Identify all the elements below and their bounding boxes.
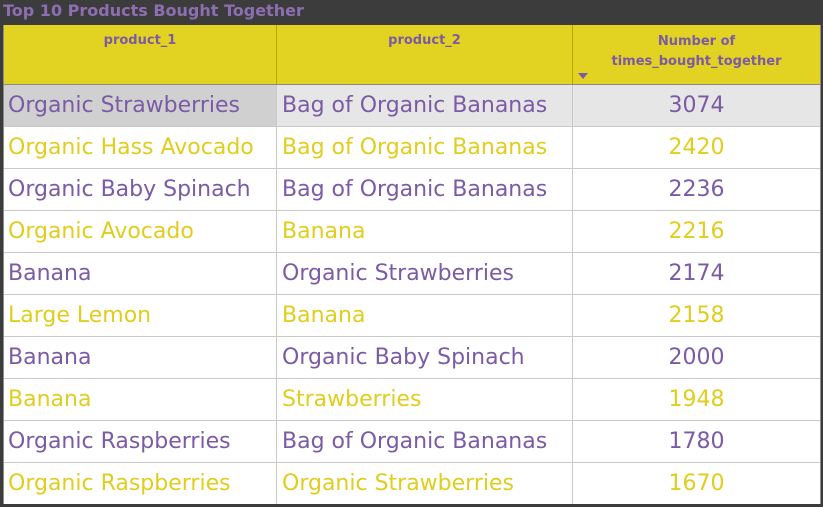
- cell-product-1[interactable]: Banana: [4, 253, 277, 294]
- table-title: Top 10 Products Bought Together: [3, 1, 304, 20]
- cell-product-1[interactable]: Banana: [4, 379, 277, 420]
- sort-descending-icon[interactable]: [578, 73, 588, 79]
- table-row[interactable]: Banana Organic Strawberries 2174: [4, 253, 820, 295]
- table-row[interactable]: Organic Hass Avocado Bag of Organic Bana…: [4, 127, 820, 169]
- cell-count[interactable]: 2174: [573, 253, 820, 294]
- column-header-label: product_1: [103, 33, 177, 48]
- cell-product-2[interactable]: Bag of Organic Bananas: [277, 85, 573, 126]
- column-header-label-line2: times_bought_together: [611, 54, 782, 69]
- cell-count[interactable]: 2216: [573, 211, 820, 252]
- cell-product-2[interactable]: Organic Strawberries: [277, 463, 573, 504]
- table-header: product_1 product_2 Number of times_boug…: [4, 25, 820, 85]
- table-row[interactable]: Large Lemon Banana 2158: [4, 295, 820, 337]
- cell-product-2[interactable]: Banana: [277, 211, 573, 252]
- table-row[interactable]: Organic Strawberries Bag of Organic Bana…: [4, 85, 820, 127]
- cell-product-1[interactable]: Organic Raspberries: [4, 421, 277, 462]
- cell-product-1[interactable]: Organic Baby Spinach: [4, 169, 277, 210]
- cell-product-2[interactable]: Organic Strawberries: [277, 253, 573, 294]
- cell-product-2[interactable]: Bag of Organic Bananas: [277, 127, 573, 168]
- data-grid: product_1 product_2 Number of times_boug…: [3, 25, 821, 504]
- cell-product-1[interactable]: Banana: [4, 337, 277, 378]
- table-row[interactable]: Organic Avocado Banana 2216: [4, 211, 820, 253]
- cell-product-1[interactable]: Organic Avocado: [4, 211, 277, 252]
- cell-product-1[interactable]: Organic Raspberries: [4, 463, 277, 504]
- cell-count[interactable]: 2420: [573, 127, 820, 168]
- cell-count[interactable]: 2158: [573, 295, 820, 336]
- table-row[interactable]: Organic Baby Spinach Bag of Organic Bana…: [4, 169, 820, 211]
- cell-product-1[interactable]: Large Lemon: [4, 295, 277, 336]
- cell-product-2[interactable]: Bag of Organic Bananas: [277, 421, 573, 462]
- column-header-product-1[interactable]: product_1: [4, 25, 277, 84]
- cell-count[interactable]: 1948: [573, 379, 820, 420]
- table-row[interactable]: Banana Organic Baby Spinach 2000: [4, 337, 820, 379]
- cell-count[interactable]: 1670: [573, 463, 820, 504]
- column-header-label: product_2: [388, 33, 461, 48]
- column-header-product-2[interactable]: product_2: [277, 25, 573, 84]
- cell-product-2[interactable]: Strawberries: [277, 379, 573, 420]
- column-header-label-line1: Number of: [657, 34, 736, 49]
- table-widget: Top 10 Products Bought Together product_…: [0, 0, 823, 507]
- column-header-count[interactable]: Number of times_bought_together: [573, 25, 820, 84]
- cell-count[interactable]: 2000: [573, 337, 820, 378]
- cell-product-2[interactable]: Organic Baby Spinach: [277, 337, 573, 378]
- table-row[interactable]: Banana Strawberries 1948: [4, 379, 820, 421]
- cell-product-2[interactable]: Banana: [277, 295, 573, 336]
- table-row[interactable]: Organic Raspberries Organic Strawberries…: [4, 463, 820, 504]
- cell-count[interactable]: 3074: [573, 85, 820, 126]
- cell-product-1[interactable]: Organic Strawberries: [4, 85, 277, 126]
- cell-product-1[interactable]: Organic Hass Avocado: [4, 127, 277, 168]
- table-row[interactable]: Organic Raspberries Bag of Organic Banan…: [4, 421, 820, 463]
- cell-product-2[interactable]: Bag of Organic Bananas: [277, 169, 573, 210]
- cell-count[interactable]: 1780: [573, 421, 820, 462]
- cell-count[interactable]: 2236: [573, 169, 820, 210]
